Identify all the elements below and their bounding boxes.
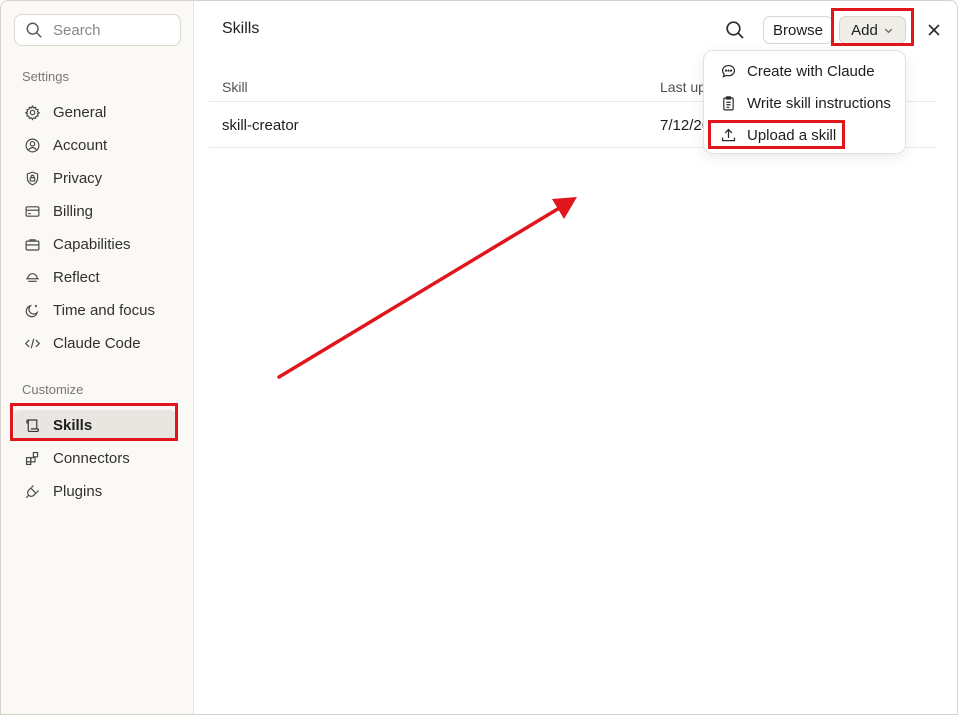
column-header-skill[interactable]: Skill xyxy=(222,79,248,95)
menu-item-write-skill-instructions[interactable]: Write skill instructions xyxy=(714,89,900,117)
sidebar-item-reflect[interactable]: Reflect xyxy=(14,262,176,292)
sidebar-item-label: Billing xyxy=(53,202,94,220)
user-circle-icon xyxy=(23,136,41,154)
search-skills-button[interactable] xyxy=(723,18,747,42)
settings-section-label: Settings xyxy=(22,69,69,84)
sidebar-item-account[interactable]: Account xyxy=(14,130,176,160)
browse-button[interactable]: Browse xyxy=(763,16,833,44)
sidebar-item-billing[interactable]: Billing xyxy=(14,196,176,226)
close-icon xyxy=(928,24,940,36)
menu-item-create-with-claude[interactable]: Create with Claude xyxy=(714,57,900,85)
clipboard-icon xyxy=(720,95,737,112)
sidebar-item-label: Privacy xyxy=(53,169,103,187)
sidebar-item-plugins[interactable]: Plugins xyxy=(14,476,176,506)
sidebar-item-connectors[interactable]: Connectors xyxy=(14,443,176,473)
column-header-last-updated[interactable]: Last up xyxy=(660,79,706,95)
sidebar-item-label: Plugins xyxy=(53,482,103,500)
search-placeholder: Search xyxy=(53,21,101,39)
sidebar-item-claude-code[interactable]: Claude Code xyxy=(14,328,176,358)
scroll-icon xyxy=(23,416,41,434)
sidebar-item-label: General xyxy=(53,103,107,121)
add-button[interactable]: Add xyxy=(839,16,906,44)
customize-section-label: Customize xyxy=(22,382,84,397)
blocks-icon xyxy=(23,449,41,467)
search-input[interactable]: Search xyxy=(14,14,181,46)
sidebar-item-label: Claude Code xyxy=(53,334,141,352)
sidebar-item-label: Skills xyxy=(53,416,93,434)
menu-item-upload-a-skill[interactable]: Upload a skill xyxy=(714,121,900,149)
plug-icon xyxy=(23,482,41,500)
sidebar: Search Settings General Account Privacy … xyxy=(1,1,194,714)
sidebar-item-label: Time and focus xyxy=(53,301,155,319)
settings-window: Search Settings General Account Privacy … xyxy=(0,0,958,715)
credit-card-icon xyxy=(23,202,41,220)
menu-item-label: Upload a skill xyxy=(747,126,837,144)
menu-item-label: Create with Claude xyxy=(747,62,875,80)
gear-icon xyxy=(23,103,41,121)
search-icon xyxy=(726,21,744,39)
moon-icon xyxy=(23,301,41,319)
code-icon xyxy=(23,334,41,352)
sidebar-item-capabilities[interactable]: Capabilities xyxy=(14,229,176,259)
sidebar-item-time-and-focus[interactable]: Time and focus xyxy=(14,295,176,325)
close-button[interactable] xyxy=(923,19,945,41)
upload-icon xyxy=(720,127,737,144)
page-title: Skills xyxy=(222,20,260,37)
add-button-label: Add xyxy=(851,21,878,39)
sidebar-item-label: Reflect xyxy=(53,268,100,286)
sidebar-item-skills[interactable]: Skills xyxy=(14,410,176,440)
search-icon xyxy=(26,22,42,38)
sidebar-item-label: Connectors xyxy=(53,449,130,467)
sidebar-item-label: Account xyxy=(53,136,108,154)
add-dropdown-menu: Create with Claude Write skill instructi… xyxy=(703,50,906,154)
chevron-down-icon xyxy=(884,28,893,33)
table-cell-skill[interactable]: skill-creator xyxy=(222,117,299,134)
sidebar-item-label: Capabilities xyxy=(53,235,131,253)
chat-bubble-icon xyxy=(720,63,737,80)
menu-item-label: Write skill instructions xyxy=(747,94,891,112)
sidebar-item-general[interactable]: General xyxy=(14,97,176,127)
briefcase-icon xyxy=(23,235,41,253)
shield-lock-icon xyxy=(23,169,41,187)
sidebar-item-privacy[interactable]: Privacy xyxy=(14,163,176,193)
sunset-icon xyxy=(23,268,41,286)
